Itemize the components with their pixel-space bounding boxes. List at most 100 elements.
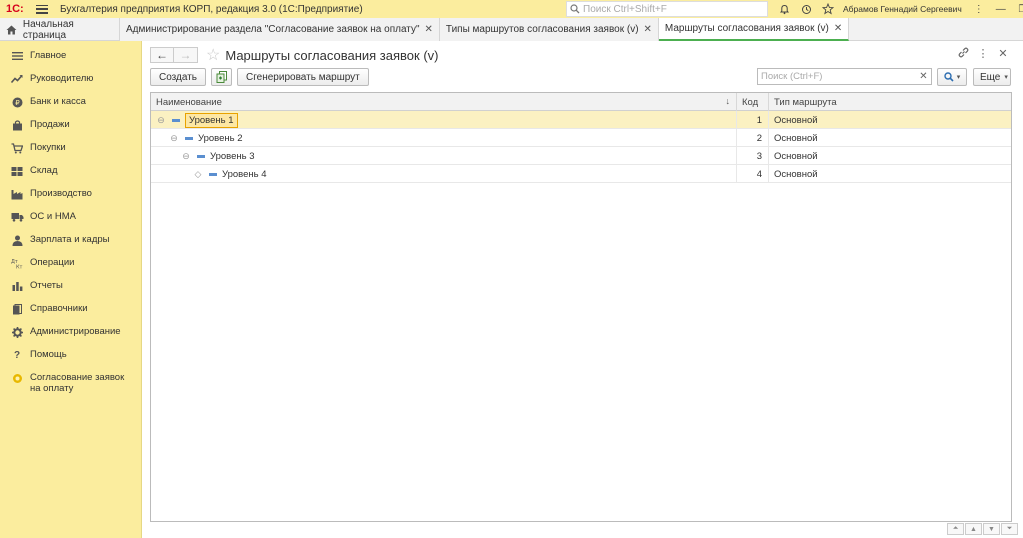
- search-icon: [570, 4, 580, 14]
- list-search-placeholder: Поиск (Ctrl+F): [761, 71, 823, 82]
- tab-home-label: Начальная страница: [22, 18, 74, 41]
- close-tab-icon[interactable]: ✕: [644, 24, 652, 35]
- create-button[interactable]: Создать: [150, 68, 207, 86]
- sidebar-item-catalogs[interactable]: Справочники: [0, 298, 141, 321]
- column-header-code[interactable]: Код: [737, 93, 769, 111]
- truck-icon: [10, 210, 24, 224]
- table-row[interactable]: ⊖ Уровень 2 2 Основной: [151, 129, 1011, 147]
- question-icon: ?: [13, 349, 21, 361]
- table-row[interactable]: ⊖ Уровень 1 1 Основной: [151, 111, 1011, 129]
- global-search-placeholder: Поиск Ctrl+Shift+F: [583, 3, 667, 15]
- more-button[interactable]: Еще ▾: [973, 68, 1011, 86]
- item-icon: [185, 136, 193, 140]
- add-to-favorites-star-icon[interactable]: ☆: [206, 45, 220, 65]
- warehouse-icon: [10, 164, 24, 178]
- sidebar-item-label: Администрирование: [30, 326, 121, 337]
- close-tab-icon[interactable]: ✕: [425, 24, 433, 35]
- sections-sidebar: Главное Руководителю ₽ Банк и касса Прод…: [0, 41, 142, 538]
- sidebar-item-label: Покупки: [30, 142, 66, 153]
- sidebar-item-reports[interactable]: Отчеты: [0, 275, 141, 298]
- scroll-to-top-icon[interactable]: ⏶: [947, 523, 964, 535]
- open-windows-bar: Начальная страница Администрирование раз…: [0, 18, 1023, 41]
- column-header-name[interactable]: Наименование ↓: [151, 93, 737, 111]
- tab-home[interactable]: Начальная страница: [0, 18, 120, 41]
- sidebar-item-purchases[interactable]: Покупки: [0, 137, 141, 160]
- link-icon[interactable]: [953, 47, 973, 61]
- leaf-diamond-icon: ◇: [194, 168, 202, 179]
- sidebar-item-operations[interactable]: Дт Кт Операции: [0, 252, 141, 275]
- tab-admin-section[interactable]: Администрирование раздела "Согласование …: [120, 18, 440, 41]
- sidebar-item-help[interactable]: ? Помощь: [0, 344, 141, 367]
- collapse-icon[interactable]: ⊖: [169, 133, 179, 144]
- menu-lines-icon: [10, 49, 24, 63]
- copy-button[interactable]: [211, 68, 233, 86]
- cart-icon: [10, 141, 24, 155]
- row-type: Основной: [774, 168, 818, 180]
- sidebar-item-label: Руководителю: [30, 73, 94, 84]
- global-search-input[interactable]: Поиск Ctrl+Shift+F: [566, 1, 768, 17]
- back-button[interactable]: ←: [150, 47, 174, 63]
- collapse-icon[interactable]: ⊖: [181, 151, 191, 162]
- minimize-icon[interactable]: —: [990, 0, 1012, 18]
- table-pager: ⏶ ▲ ▼ ⏷: [946, 523, 1018, 535]
- column-header-type[interactable]: Тип маршрута: [769, 93, 1011, 111]
- form-menu-icon[interactable]: ⋮: [973, 47, 993, 61]
- search-button[interactable]: ▾: [937, 68, 967, 86]
- item-icon: [209, 172, 217, 176]
- sidebar-item-label: Зарплата и кадры: [30, 234, 110, 245]
- tab-label: Типы маршрутов согласования заявок (v): [445, 24, 639, 35]
- bar-chart-icon: [10, 279, 24, 293]
- forward-button[interactable]: →: [174, 47, 198, 63]
- clear-search-icon[interactable]: ✕: [916, 68, 932, 85]
- sidebar-item-payment-approval[interactable]: Согласование заявок на оплату: [0, 367, 141, 394]
- row-code: 1: [737, 111, 769, 129]
- history-icon[interactable]: [795, 0, 817, 18]
- close-form-icon[interactable]: ✕: [993, 47, 1013, 61]
- sidebar-item-label: Главное: [30, 50, 67, 61]
- row-code: 2: [737, 129, 769, 147]
- table-row[interactable]: ◇ Уровень 4 4 Основной: [151, 165, 1011, 183]
- row-type: Основной: [774, 132, 818, 144]
- row-name: Уровень 4: [222, 168, 267, 180]
- sidebar-item-main[interactable]: Главное: [0, 45, 141, 68]
- sidebar-item-label: Производство: [30, 188, 92, 199]
- sidebar-item-administration[interactable]: Администрирование: [0, 321, 141, 344]
- home-icon: [6, 25, 17, 34]
- list-search-input[interactable]: Поиск (Ctrl+F): [757, 68, 932, 85]
- sidebar-item-payroll[interactable]: Зарплата и кадры: [0, 229, 141, 252]
- more-options-icon[interactable]: ⋮: [968, 0, 990, 18]
- scroll-down-icon[interactable]: ▼: [983, 523, 1000, 535]
- sidebar-item-bank[interactable]: ₽ Банк и касса: [0, 91, 141, 114]
- sidebar-item-sales[interactable]: Продажи: [0, 114, 141, 137]
- sort-desc-icon: ↓: [725, 96, 731, 106]
- main-menu-icon[interactable]: [36, 4, 48, 14]
- sidebar-item-label: Банк и касса: [30, 96, 86, 107]
- row-type: Основной: [774, 114, 818, 126]
- app-title: Бухгалтерия предприятия КОРП, редакция 3…: [60, 3, 363, 15]
- row-code: 3: [737, 147, 769, 165]
- chevron-down-icon: ▾: [1004, 74, 1008, 81]
- collapse-icon[interactable]: ⊖: [156, 115, 166, 126]
- user-name[interactable]: Абрамов Геннадий Сергеевич: [843, 4, 962, 14]
- tab-routes[interactable]: Маршруты согласования заявок (v) ✕: [658, 18, 850, 41]
- generate-route-button[interactable]: Сгенерировать маршрут: [237, 68, 369, 86]
- page-title: Маршруты согласования заявок (v): [225, 47, 439, 63]
- table-row[interactable]: ⊖ Уровень 3 3 Основной: [151, 147, 1011, 165]
- more-button-label: Еще: [980, 71, 1001, 83]
- person-icon: [10, 233, 24, 247]
- sidebar-item-production[interactable]: Производство: [0, 183, 141, 206]
- copy-doc-icon: [216, 71, 227, 83]
- bell-icon[interactable]: [773, 0, 795, 18]
- scroll-up-icon[interactable]: ▲: [965, 523, 982, 535]
- restore-icon[interactable]: ❐: [1012, 0, 1023, 18]
- sidebar-item-manager[interactable]: Руководителю: [0, 68, 141, 91]
- scroll-to-bottom-icon[interactable]: ⏷: [1001, 523, 1018, 535]
- chevron-down-icon: ▾: [956, 74, 961, 81]
- tab-route-types[interactable]: Типы маршрутов согласования заявок (v) ✕: [439, 18, 659, 41]
- factory-icon: [10, 187, 24, 201]
- sidebar-item-fixed-assets[interactable]: ОС и НМА: [0, 206, 141, 229]
- favorites-star-icon[interactable]: [817, 0, 839, 18]
- close-tab-icon[interactable]: ✕: [834, 23, 842, 34]
- sidebar-item-label: Продажи: [30, 119, 70, 130]
- sidebar-item-warehouse[interactable]: Склад: [0, 160, 141, 183]
